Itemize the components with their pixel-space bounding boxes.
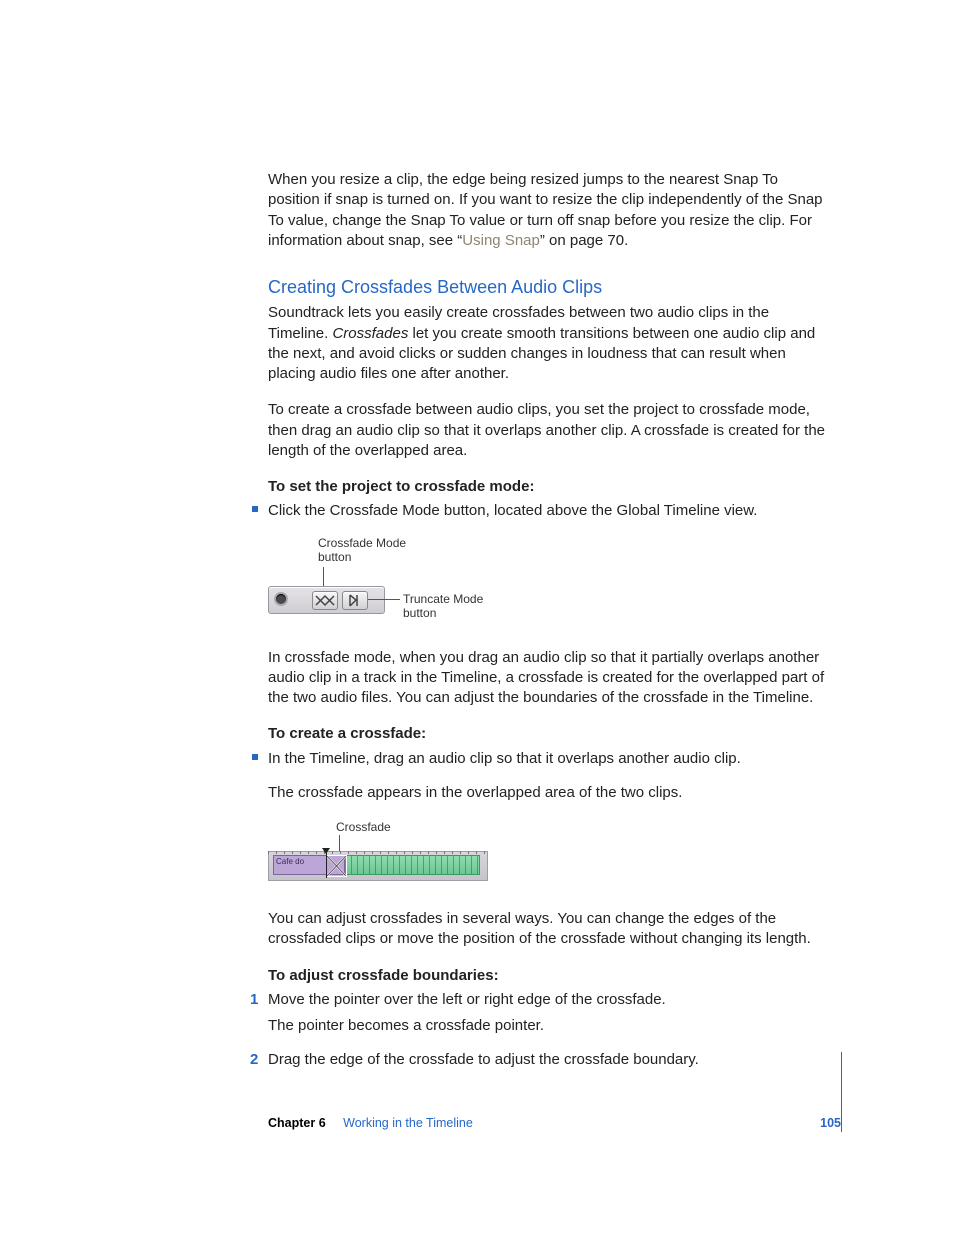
playhead-icon[interactable] — [326, 852, 327, 878]
paragraph-intro: Soundtrack lets you easily create crossf… — [268, 303, 833, 384]
section-heading: Creating Crossfades Between Audio Clips — [268, 275, 833, 299]
page: When you resize a clip, the edge being r… — [0, 0, 954, 1235]
paragraph-snap: When you resize a clip, the edge being r… — [268, 170, 833, 251]
indicator-dot-icon — [276, 594, 286, 604]
instruction-heading: To set the project to crossfade mode: — [268, 477, 833, 497]
crossfade-mode-icon — [313, 592, 337, 609]
figure-crossfade-timeline: Crossfade Cafe do — [268, 819, 493, 889]
crossfade-region[interactable] — [326, 855, 347, 877]
instruction-heading: To adjust crossfade boundaries: — [268, 966, 833, 986]
crossfade-mode-button[interactable] — [312, 591, 338, 610]
figure-mode-buttons: Crossfade Mode button Truncate Mode butt… — [268, 536, 503, 628]
timeline-ruler — [268, 851, 486, 854]
step-text: Click the Crossfade Mode button, located… — [268, 502, 757, 519]
link-using-snap[interactable]: Using Snap — [462, 232, 540, 249]
crossfade-x-icon — [327, 856, 346, 876]
callout-truncate-mode: Truncate Mode button — [403, 592, 503, 621]
instruction-heading: To create a crossfade: — [268, 724, 833, 744]
truncate-mode-icon — [343, 592, 367, 609]
paragraph-result: The crossfade appears in the overlapped … — [268, 783, 833, 803]
page-number: 105 — [820, 1115, 841, 1132]
numbered-step: 1 Move the pointer over the left or righ… — [268, 990, 833, 1010]
bullet-icon — [252, 754, 258, 760]
callout-crossfade: Crossfade — [336, 819, 391, 835]
paragraph-crossfade-mode: In crossfade mode, when you drag an audi… — [268, 648, 833, 709]
callout-crossfade-mode: Crossfade Mode button — [318, 536, 418, 565]
page-footer: Chapter 6 Working in the Timeline 105 — [268, 1052, 842, 1132]
leader-line — [368, 599, 400, 600]
paragraph-adjust: You can adjust crossfades in several way… — [268, 909, 833, 950]
step-sub: The pointer becomes a crossfade pointer. — [268, 1016, 833, 1036]
content-area: When you resize a clip, the edge being r… — [268, 170, 833, 1077]
step-text: Move the pointer over the left or right … — [268, 991, 666, 1008]
bullet-step: In the Timeline, drag an audio clip so t… — [268, 749, 833, 769]
chapter-label: Chapter 6 — [268, 1116, 326, 1130]
step-text: In the Timeline, drag an audio clip so t… — [268, 750, 741, 767]
step-number: 1 — [250, 990, 258, 1010]
paragraph-howto: To create a crossfade between audio clip… — [268, 400, 833, 461]
term-crossfades: Crossfades — [332, 325, 408, 342]
text: ” on page 70. — [540, 232, 628, 249]
bullet-icon — [252, 506, 258, 512]
chapter-title: Working in the Timeline — [343, 1116, 473, 1130]
audio-clip-b[interactable] — [326, 855, 480, 875]
truncate-mode-button[interactable] — [342, 591, 368, 610]
step-number: 2 — [250, 1050, 258, 1070]
bullet-step: Click the Crossfade Mode button, located… — [268, 501, 833, 521]
